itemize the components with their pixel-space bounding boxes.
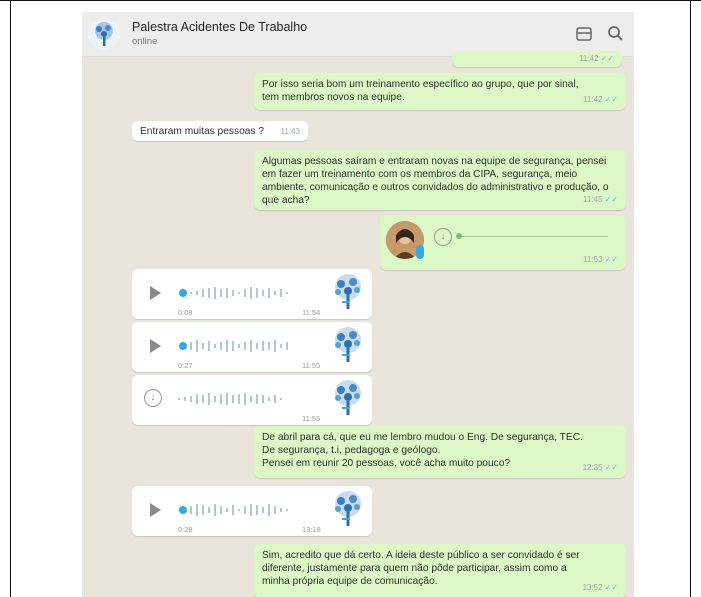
mic-icon (416, 245, 424, 259)
group-avatar[interactable] (88, 18, 120, 50)
message-list[interactable]: 11:42 ✓✓ Por isso seria bom um treinament… (82, 51, 634, 597)
play-icon[interactable] (150, 503, 161, 517)
message-text: De abril para cá, que eu me lembro mudou… (262, 432, 583, 469)
message-time: 13:52 ✓✓ (582, 583, 618, 592)
message-time: 11:42 ✓✓ (583, 95, 618, 104)
audio-duration: 0:27 (178, 361, 193, 370)
audio-progress-knob[interactable] (456, 233, 462, 239)
play-icon[interactable] (150, 286, 161, 300)
message-time: 11:45 ✓✓ (583, 195, 618, 204)
message-bubble-outgoing[interactable]: Por isso seria bom um treinamento especí… (254, 73, 626, 110)
chat-title[interactable]: Palestra Acidentes De Trabalho (132, 20, 307, 34)
message-bubble-incoming[interactable]: Entraram muitas pessoas ? 11:43 (132, 121, 308, 141)
tree-avatar-icon (95, 22, 113, 46)
message-time: 11:55 (302, 414, 321, 423)
top-border (0, 0, 701, 1)
audio-duration: 0:28 (178, 525, 193, 534)
audio-message-incoming[interactable]: 0:08 11:54 (132, 269, 372, 319)
message-text: Por isso seria bom um treinamento especí… (262, 79, 579, 103)
audio-progress-knob[interactable] (179, 289, 187, 297)
message-bubble-outgoing[interactable]: Sim, acredito que dá certo. A ideia dest… (254, 544, 626, 597)
attach-icon[interactable] (574, 24, 594, 44)
tree-avatar-icon (335, 327, 361, 362)
message-time: 11:53 ✓✓ (583, 255, 618, 264)
audio-duration: 0:08 (178, 308, 193, 317)
tree-avatar-icon (335, 491, 361, 526)
message-text: Algumas pessoas saíram e entraram novas … (262, 156, 609, 206)
message-bubble-outgoing[interactable]: De abril para cá, que eu me lembro mudou… (254, 426, 626, 478)
download-icon[interactable]: ↓ (434, 228, 452, 246)
audio-message-incoming[interactable]: 0:28 13:18 (132, 486, 372, 536)
message-time: 12:35 ✓✓ (582, 463, 618, 472)
message-bubble-outgoing[interactable]: 11:42 ✓✓ (452, 51, 622, 67)
right-border (690, 0, 691, 597)
message-bubble-outgoing[interactable]: Algumas pessoas saíram e entraram novas … (254, 150, 626, 210)
audio-progress-knob[interactable] (179, 342, 187, 350)
message-time: 13:18 (302, 525, 321, 534)
message-text: Sim, acredito que dá certo. A ideia dest… (262, 550, 580, 587)
download-icon[interactable]: ↓ (144, 389, 162, 407)
audio-waveform[interactable] (178, 392, 308, 406)
tree-avatar-icon (335, 380, 361, 415)
audio-message-outgoing[interactable]: ↓ 11:53 ✓✓ (380, 215, 626, 270)
chat-status: online (132, 36, 158, 47)
audio-waveform[interactable] (190, 339, 310, 353)
search-icon[interactable] (606, 24, 626, 44)
audio-message-incoming[interactable]: 0:27 11:55 (132, 322, 372, 372)
tree-avatar-icon (335, 274, 361, 309)
audio-waveform[interactable] (190, 503, 310, 517)
message-time: 11:43 (280, 127, 300, 136)
whatsapp-chat-window: Palestra Acidentes De Trabalho online 11… (82, 12, 634, 597)
message-time: 11:54 (302, 308, 321, 317)
audio-progress-track[interactable] (458, 236, 608, 237)
audio-progress-knob[interactable] (179, 506, 187, 514)
message-time: 11:55 (302, 361, 321, 370)
play-icon[interactable] (150, 339, 161, 353)
message-time: 11:42 ✓✓ (579, 54, 614, 63)
audio-waveform[interactable] (190, 286, 310, 300)
left-border (10, 0, 11, 597)
audio-message-incoming[interactable]: ↓ 11:55 (132, 375, 372, 425)
